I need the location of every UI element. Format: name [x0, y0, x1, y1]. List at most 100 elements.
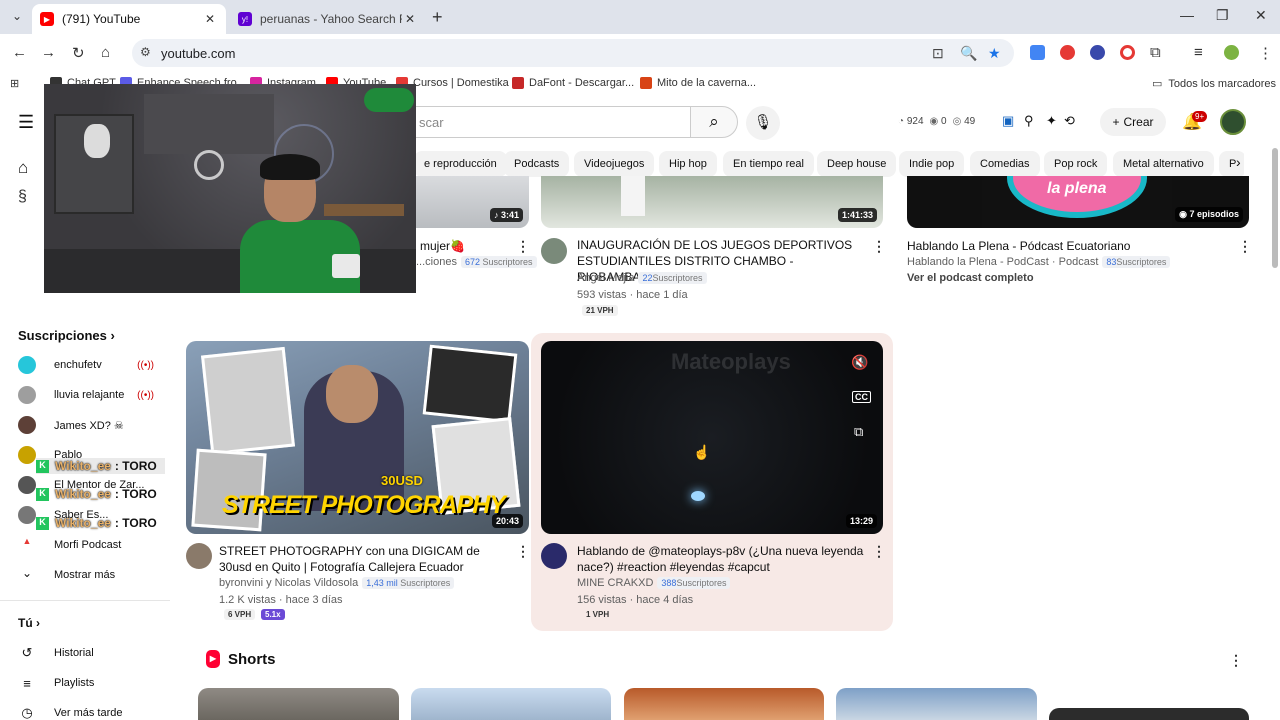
view-full-podcast-link[interactable]: Ver el podcast completo	[907, 272, 1034, 284]
zoom-icon[interactable]: 🔍	[960, 45, 977, 62]
podcast-title[interactable]: Hablando La Plena - Pódcast Ecuatoriano	[907, 238, 1227, 254]
media-control-icon[interactable]: ≡	[1194, 44, 1203, 61]
chip[interactable]: En tiempo real	[723, 151, 814, 177]
video-thumbnail[interactable]: 1:41:33	[541, 176, 883, 228]
back-icon[interactable]: ←	[12, 44, 27, 61]
more-options-icon[interactable]: ⋮	[516, 238, 530, 255]
podcast-channel[interactable]: Hablando la Plena - PodCast · Podcast 83S…	[907, 256, 1171, 268]
bookmark-mito[interactable]: Mito de la caverna...	[640, 77, 756, 89]
video-title[interactable]: mujer🍓	[420, 238, 510, 254]
bookmark-dafont[interactable]: DaFont - Descargar...	[512, 77, 634, 89]
picture-icon[interactable]: ⧉	[854, 424, 863, 440]
chip[interactable]: e reproducción	[414, 151, 507, 177]
chevron-right-icon[interactable]: ›	[1236, 154, 1241, 170]
tab-yahoo[interactable]: y! peruanas - Yahoo Search Results ✕	[230, 4, 426, 34]
subscriptions-header[interactable]: Suscripciones ›	[18, 328, 115, 343]
sidebar-item-history[interactable]: ↺ Historial	[18, 641, 168, 665]
restore-icon[interactable]: ❐	[1216, 7, 1229, 24]
sidebar-item-watch-later[interactable]: ◷ Ver más tarde	[18, 701, 168, 720]
you-header[interactable]: Tú ›	[18, 616, 40, 630]
settings-sliders-icon[interactable]: ⚲	[1024, 113, 1034, 129]
short-thumbnail[interactable]	[411, 688, 611, 720]
home-icon[interactable]: ⌂	[101, 44, 110, 61]
share-icon[interactable]: ⟲	[1064, 113, 1075, 129]
video-channel[interactable]: MINE CRAKXD 388Suscriptores	[577, 577, 731, 589]
chip[interactable]: Pop rock	[1044, 151, 1108, 177]
chip[interactable]: Indie pop	[899, 151, 965, 177]
video-title[interactable]: Hablando de @mateoplays-p8v (¿Una nueva …	[577, 543, 867, 575]
microphone-icon[interactable]: 🎙	[746, 106, 780, 140]
more-options-icon[interactable]: ⋮	[1229, 652, 1243, 669]
puzzle-extensions-icon[interactable]: ⧉	[1150, 44, 1161, 61]
close-window-icon[interactable]: ✕	[1255, 7, 1267, 24]
site-info-icon[interactable]: ⚙	[140, 45, 151, 59]
more-options-icon[interactable]: ⋮	[872, 543, 886, 560]
short-thumbnail[interactable]	[624, 688, 824, 720]
sidebar-item-lluvia[interactable]: lluvia relajante ((•))	[18, 383, 168, 407]
short-thumbnail[interactable]	[836, 688, 1037, 720]
forward-icon[interactable]: →	[41, 44, 56, 61]
nav-label: Playlists	[54, 677, 95, 689]
close-tab-icon[interactable]: ✕	[202, 12, 218, 26]
sidebar-item-morfi[interactable]: ▲ Morfi Podcast	[18, 533, 168, 557]
bookmark-star-icon[interactable]: ★	[988, 45, 1001, 62]
channel-avatar[interactable]	[186, 543, 212, 569]
short-thumbnail[interactable]	[198, 688, 399, 720]
all-bookmarks-label: Todos los marcadores	[1168, 77, 1277, 90]
pin-icon[interactable]: ✦	[1046, 113, 1057, 129]
chip[interactable]: Comedias	[970, 151, 1040, 177]
address-bar[interactable]: ⚙ youtube.com ⊡ 🔍 ★	[132, 39, 1014, 67]
chip[interactable]: Metal alternativo	[1113, 151, 1214, 177]
record-extension-icon[interactable]	[1120, 45, 1135, 60]
tab-youtube[interactable]: ▶ (791) YouTube ✕	[32, 4, 226, 34]
user-avatar[interactable]	[1220, 109, 1246, 135]
profile-icon[interactable]	[1224, 45, 1239, 60]
video-thumbnail[interactable]: 30USD STREET PHOTOGRAPHY 20:43	[186, 341, 529, 534]
video-channel[interactable]: byronvini y Nicolas Vildosola 1,43 mil Su…	[219, 577, 455, 589]
more-options-icon[interactable]: ⋮	[1238, 238, 1252, 255]
captions-icon[interactable]: CC	[852, 391, 871, 403]
scrollbar-thumb[interactable]	[1272, 148, 1278, 268]
show-more-button[interactable]: ⌄ Mostrar más	[18, 563, 168, 587]
video-title[interactable]: STREET PHOTOGRAPHY con una DIGICAM de 30…	[219, 543, 509, 575]
opera-extension-icon[interactable]	[1060, 45, 1075, 60]
more-options-icon[interactable]: ⋮	[516, 543, 530, 560]
sidebar-item-enchufetv[interactable]: enchufetv ((•))	[18, 353, 168, 377]
channel-avatar[interactable]	[541, 238, 567, 264]
new-tab-icon[interactable]: +	[432, 7, 443, 28]
chip[interactable]: Hip hop	[659, 151, 717, 177]
close-tab-icon[interactable]: ✕	[402, 12, 418, 26]
shorts-icon[interactable]: §	[18, 188, 27, 206]
chip[interactable]: Podcasts	[504, 151, 570, 177]
video-channel[interactable]: Angel Mejia 22Suscriptores	[577, 272, 707, 284]
hamburger-menu-icon[interactable]: ☰	[18, 112, 34, 133]
minimize-icon[interactable]: —	[1180, 7, 1194, 23]
page-scrollbar[interactable]	[1270, 100, 1280, 720]
sidebar-item-playlists[interactable]: ≡ Playlists	[18, 671, 168, 695]
video-channel[interactable]: ...ciones 672 Suscriptores	[416, 256, 537, 268]
video-preview-player[interactable]: Mateoplays 🔇 CC ⧉ ☝ 13:29	[541, 341, 883, 534]
reload-icon[interactable]: ↻	[72, 44, 85, 62]
translate-extension-icon[interactable]	[1030, 45, 1045, 60]
extension-icon[interactable]	[1090, 45, 1105, 60]
video-thumbnail[interactable]: ♪ 3:41	[416, 176, 529, 228]
short-thumbnail[interactable]	[1049, 708, 1249, 720]
chip[interactable]: Deep house	[817, 151, 897, 177]
apps-grid-icon[interactable]: ⊞	[10, 77, 19, 90]
extension-k-icon[interactable]: ▣	[1002, 113, 1014, 129]
more-options-icon[interactable]: ⋮	[872, 238, 886, 255]
install-app-icon[interactable]: ⊡	[932, 45, 944, 62]
menu-kebab-icon[interactable]: ⋮	[1258, 44, 1273, 62]
tab-search-chevron-icon[interactable]: ⌄	[8, 9, 26, 25]
create-button[interactable]: + Crear	[1100, 108, 1166, 136]
chip[interactable]: Videojuegos	[574, 151, 655, 177]
search-icon[interactable]: ⌕	[690, 106, 738, 138]
all-bookmarks[interactable]: ▭ Todos los marcadores	[1152, 77, 1277, 91]
channel-avatar[interactable]	[541, 543, 567, 569]
home-icon[interactable]: ⌂	[18, 158, 28, 178]
mute-icon[interactable]: 🔇	[851, 354, 868, 371]
sidebar-item-james[interactable]: James XD? ☠	[18, 413, 168, 437]
url-text[interactable]: youtube.com	[161, 46, 235, 61]
podcast-thumbnail[interactable]: la plena ◉ 7 episodios	[907, 176, 1249, 228]
search-input[interactable]: scar	[414, 106, 690, 138]
